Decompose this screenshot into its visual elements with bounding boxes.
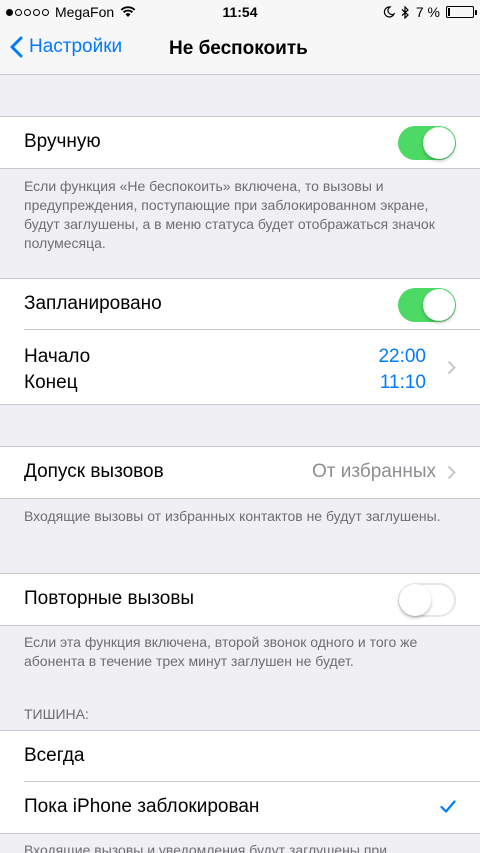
manual-footer: Если функция «Не беспокоить» включена, т… xyxy=(24,178,435,251)
navigation-bar: Настройки Не беспокоить xyxy=(0,24,480,75)
start-label: Начало xyxy=(24,346,91,367)
scheduled-toggle[interactable] xyxy=(398,288,456,322)
chevron-right-icon xyxy=(447,360,456,375)
back-button[interactable]: Настройки xyxy=(10,36,122,58)
silence-option-label: Всегда xyxy=(24,745,85,766)
battery-percent: 7 % xyxy=(415,4,440,20)
status-bar: MegaFon 11:54 7 % xyxy=(0,0,480,24)
repeated-calls-row: Повторные вызовы xyxy=(0,574,480,625)
schedule-time-row[interactable]: Начало Конец 22:00 11:10 xyxy=(0,330,480,404)
page-title: Не беспокоить xyxy=(169,38,308,59)
silence-option-always[interactable]: Всегда xyxy=(0,731,480,782)
allow-calls-row[interactable]: Допуск вызовов От избранных xyxy=(0,447,480,498)
repeated-calls-footer: Если эта функция включена, второй звонок… xyxy=(24,634,418,669)
start-time: 22:00 xyxy=(378,346,426,367)
silence-option-label: Пока iPhone заблокирован xyxy=(24,796,260,817)
allow-calls-group: Допуск вызовов От избранных xyxy=(0,446,480,499)
moon-icon xyxy=(383,6,395,18)
silence-option-locked[interactable]: Пока iPhone заблокирован xyxy=(0,782,480,833)
scheduled-group: Запланировано Начало Конец 22:00 11:10 xyxy=(0,278,480,405)
repeated-calls-group: Повторные вызовы xyxy=(0,573,480,626)
silence-footer: Входящие вызовы и уведомления будут загл… xyxy=(24,842,388,853)
end-time: 11:10 xyxy=(379,372,426,393)
back-button-label: Настройки xyxy=(29,36,123,57)
end-label: Конец xyxy=(24,372,78,393)
chevron-right-icon xyxy=(447,465,456,480)
battery-icon xyxy=(446,6,477,18)
manual-label: Вручную xyxy=(24,131,101,152)
chevron-left-icon xyxy=(10,36,23,58)
allow-calls-footer: Входящие вызовы от избранных контактов н… xyxy=(24,508,441,524)
scheduled-label: Запланировано xyxy=(24,293,162,314)
allow-calls-value: От избранных xyxy=(311,461,436,482)
repeated-calls-toggle[interactable] xyxy=(398,583,456,617)
silence-group: Всегда Пока iPhone заблокирован xyxy=(0,730,480,834)
status-bar-right: 7 % xyxy=(383,4,477,20)
checkmark-icon xyxy=(440,800,456,813)
silence-header: ТИШИНА: xyxy=(24,706,89,722)
allow-calls-label: Допуск вызовов xyxy=(24,461,164,482)
bluetooth-icon xyxy=(401,5,409,19)
manual-group: Вручную xyxy=(0,116,480,169)
repeated-calls-label: Повторные вызовы xyxy=(24,588,195,609)
manual-toggle[interactable] xyxy=(398,126,456,160)
manual-row: Вручную xyxy=(0,117,480,168)
scheduled-row: Запланировано xyxy=(0,279,480,330)
